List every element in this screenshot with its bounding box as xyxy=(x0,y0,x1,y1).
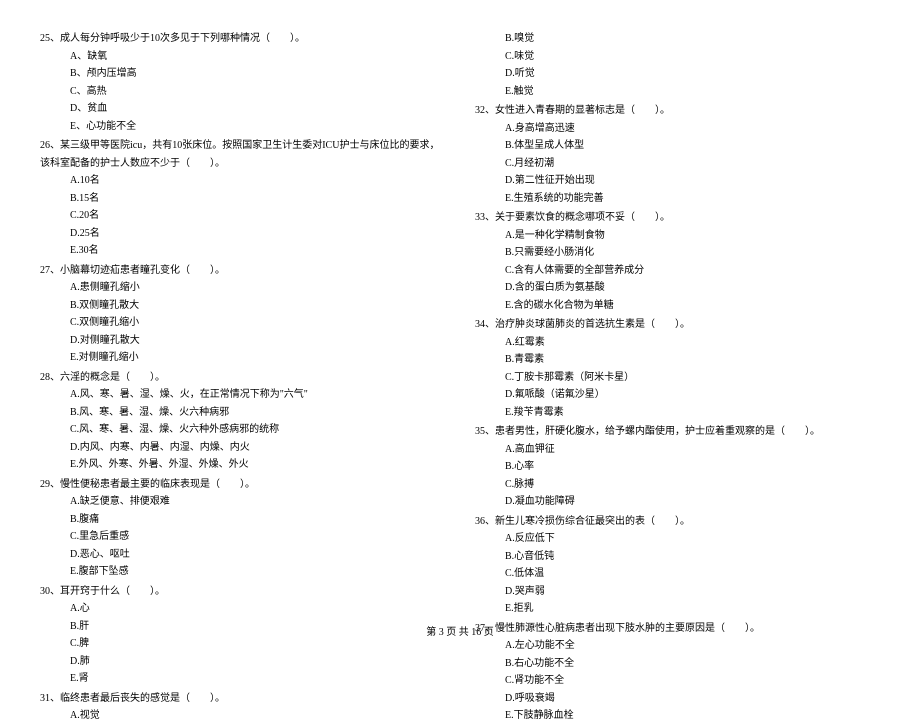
option: B.青霉素 xyxy=(475,351,880,369)
document-content: 25、成人每分钟呼吸少于10次多见于下列哪种情况（ ）。 A、缺氧 B、颅内压增… xyxy=(40,30,880,610)
option: A.左心功能不全 xyxy=(475,637,880,655)
option: A.风、寒、暑、湿、燥、火，在正常情况下称为"六气" xyxy=(40,386,445,404)
option: B、颅内压增高 xyxy=(40,65,445,83)
option: B.心音低钝 xyxy=(475,548,880,566)
option: D.肺 xyxy=(40,653,445,671)
option: D.凝血功能障碍 xyxy=(475,493,880,511)
question-34: 34、治疗肿炎球菌肺炎的首选抗生素是（ ）。 A.红霉素 B.青霉素 C.丁胺卡… xyxy=(475,316,880,421)
question-text: 36、新生儿寒冷损伤综合征最突出的表（ ）。 xyxy=(475,513,880,531)
option: B.只需要经小肠消化 xyxy=(475,244,880,262)
option: D.内风、内寒、内暑、内湿、内燥、内火 xyxy=(40,439,445,457)
option: C、高热 xyxy=(40,83,445,101)
option: B.嗅觉 xyxy=(475,30,880,48)
question-28: 28、六淫的概念是（ ）。 A.风、寒、暑、湿、燥、火，在正常情况下称为"六气"… xyxy=(40,369,445,474)
option: C.月经初潮 xyxy=(475,155,880,173)
question-text: 35、患者男性，肝硬化腹水，给予螺内酯使用，护士应着重观察的是（ ）。 xyxy=(475,423,880,441)
option: C.含有人体需要的全部营养成分 xyxy=(475,262,880,280)
option: C.脉搏 xyxy=(475,476,880,494)
question-29: 29、慢性便秘患者最主要的临床表现是（ ）。 A.缺乏便意、排便艰难 B.腹痛 … xyxy=(40,476,445,581)
option: A、缺氧 xyxy=(40,48,445,66)
option: B.风、寒、暑、湿、燥、火六种病邪 xyxy=(40,404,445,422)
option: C.丁胺卡那霉素（阿米卡星） xyxy=(475,369,880,387)
option: D.哭声弱 xyxy=(475,583,880,601)
option: C.里急后重感 xyxy=(40,528,445,546)
option: A.缺乏便意、排便艰难 xyxy=(40,493,445,511)
option: E.对侧瞳孔缩小 xyxy=(40,349,445,367)
question-31: 31、临终患者最后丧失的感觉是（ ）。 A.视觉 xyxy=(40,690,445,725)
option: C.味觉 xyxy=(475,48,880,66)
question-text: 33、关于要素饮食的概念哪项不妥（ ）。 xyxy=(475,209,880,227)
option: C.风、寒、暑、湿、燥、火六种外感病邪的统称 xyxy=(40,421,445,439)
option: D、贫血 xyxy=(40,100,445,118)
question-33: 33、关于要素饮食的概念哪项不妥（ ）。 A.是一种化学精制食物 B.只需要经小… xyxy=(475,209,880,314)
option: C.低体温 xyxy=(475,565,880,583)
option: C.双侧瞳孔缩小 xyxy=(40,314,445,332)
option: B.腹痛 xyxy=(40,511,445,529)
option: E.羧苄青霉素 xyxy=(475,404,880,422)
option: E.拒乳 xyxy=(475,600,880,618)
option: E.生殖系统的功能完善 xyxy=(475,190,880,208)
question-text: 27、小脑幕切迹疝患者瞳孔变化（ ）。 xyxy=(40,262,445,280)
question-25: 25、成人每分钟呼吸少于10次多见于下列哪种情况（ ）。 A、缺氧 B、颅内压增… xyxy=(40,30,445,135)
page-footer: 第 3 页 共 16 页 xyxy=(0,623,920,638)
option: D.含的蛋白质为氨基酸 xyxy=(475,279,880,297)
option: D.呼吸衰竭 xyxy=(475,690,880,708)
option: E.外风、外寒、外暑、外湿、外燥、外火 xyxy=(40,456,445,474)
option: E.下肢静脉血栓 xyxy=(475,707,880,725)
question-text: 26、某三级甲等医院icu，共有10张床位。按照国家卫生计生委对ICU护士与床位… xyxy=(40,137,445,172)
question-text: 31、临终患者最后丧失的感觉是（ ）。 xyxy=(40,690,445,708)
option: D.氟哌酸（诺氟沙星） xyxy=(475,386,880,404)
option: E.30名 xyxy=(40,242,445,260)
option: A.红霉素 xyxy=(475,334,880,352)
option: D.听觉 xyxy=(475,65,880,83)
option: A.心 xyxy=(40,600,445,618)
option: A.身高增高迅速 xyxy=(475,120,880,138)
question-text: 25、成人每分钟呼吸少于10次多见于下列哪种情况（ ）。 xyxy=(40,30,445,48)
question-text: 30、耳开窍于什么（ ）。 xyxy=(40,583,445,601)
option: A.反应低下 xyxy=(475,530,880,548)
question-35: 35、患者男性，肝硬化腹水，给予螺内酯使用，护士应着重观察的是（ ）。 A.高血… xyxy=(475,423,880,511)
option: B.心率 xyxy=(475,458,880,476)
option: D.第二性征开始出现 xyxy=(475,172,880,190)
left-column: 25、成人每分钟呼吸少于10次多见于下列哪种情况（ ）。 A、缺氧 B、颅内压增… xyxy=(40,30,445,610)
question-text: 34、治疗肿炎球菌肺炎的首选抗生素是（ ）。 xyxy=(475,316,880,334)
option: B.15名 xyxy=(40,190,445,208)
option: D.25名 xyxy=(40,225,445,243)
option: C.20名 xyxy=(40,207,445,225)
option: D.对侧瞳孔散大 xyxy=(40,332,445,350)
right-column: B.嗅觉 C.味觉 D.听觉 E.触觉 32、女性进入青春期的显著标志是（ ）。… xyxy=(475,30,880,610)
option: B.体型呈成人体型 xyxy=(475,137,880,155)
question-36: 36、新生儿寒冷损伤综合征最突出的表（ ）。 A.反应低下 B.心音低钝 C.低… xyxy=(475,513,880,618)
option: B.右心功能不全 xyxy=(475,655,880,673)
option: A.10名 xyxy=(40,172,445,190)
option: E.含的碳水化合物为单糖 xyxy=(475,297,880,315)
option: A.患侧瞳孔缩小 xyxy=(40,279,445,297)
option: A.高血钾征 xyxy=(475,441,880,459)
question-text: 32、女性进入青春期的显著标志是（ ）。 xyxy=(475,102,880,120)
question-27: 27、小脑幕切迹疝患者瞳孔变化（ ）。 A.患侧瞳孔缩小 B.双侧瞳孔散大 C.… xyxy=(40,262,445,367)
question-text: 29、慢性便秘患者最主要的临床表现是（ ）。 xyxy=(40,476,445,494)
option: A.是一种化学精制食物 xyxy=(475,227,880,245)
option: E.触觉 xyxy=(475,83,880,101)
option: B.双侧瞳孔散大 xyxy=(40,297,445,315)
option: C.肾功能不全 xyxy=(475,672,880,690)
option: E.腹部下坠感 xyxy=(40,563,445,581)
question-text: 28、六淫的概念是（ ）。 xyxy=(40,369,445,387)
question-32: 32、女性进入青春期的显著标志是（ ）。 A.身高增高迅速 B.体型呈成人体型 … xyxy=(475,102,880,207)
option: D.恶心、呕吐 xyxy=(40,546,445,564)
option: E.肾 xyxy=(40,670,445,688)
question-31-continued: B.嗅觉 C.味觉 D.听觉 E.触觉 xyxy=(475,30,880,100)
option: E、心功能不全 xyxy=(40,118,445,136)
option: A.视觉 xyxy=(40,707,445,725)
question-26: 26、某三级甲等医院icu，共有10张床位。按照国家卫生计生委对ICU护士与床位… xyxy=(40,137,445,260)
